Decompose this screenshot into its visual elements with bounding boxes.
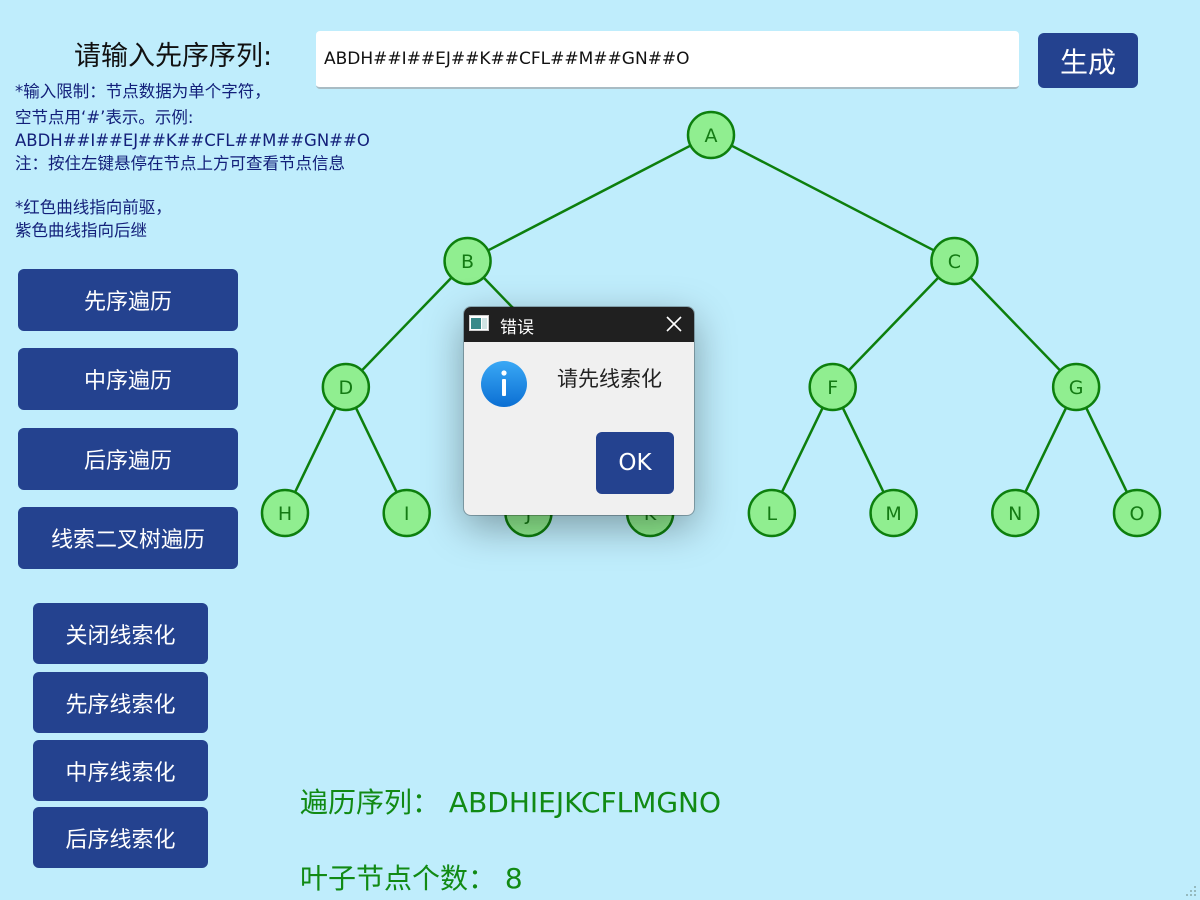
app-window-icon [469, 315, 489, 331]
leaf-count: 叶子节点个数： 8 [300, 857, 523, 897]
tree-node-G[interactable]: G [1051, 362, 1101, 412]
tree-edge-D-H [293, 407, 337, 493]
ok-button[interactable]: OK [596, 432, 674, 494]
leaf-count-value: 8 [504, 862, 523, 895]
tree-edge-C-G [969, 276, 1062, 372]
tree-edge-D-I [354, 407, 398, 493]
traversal-sequence-value: ABDHIEJKCFLMGNO [448, 786, 722, 819]
tree-node-label: D [339, 377, 354, 399]
tree-node-D[interactable]: D [321, 362, 371, 412]
tree-node-F[interactable]: F [808, 362, 857, 412]
leaf-count-label: 叶子节点个数： [300, 862, 497, 895]
traversal-sequence: 遍历序列： ABDHIEJKCFLMGNO [300, 781, 721, 821]
dialog-title: 错误 [500, 318, 534, 338]
tree-node-N[interactable]: N [991, 488, 1040, 538]
resize-grip-icon[interactable] [1185, 885, 1197, 897]
tree-node-B[interactable]: B [443, 236, 492, 286]
tree-node-label: N [1008, 503, 1022, 525]
traversal-sequence-label: 遍历序列： [300, 786, 441, 819]
tree-node-label: C [948, 251, 961, 273]
tree-edge-A-C [730, 144, 935, 252]
tree-edge-F-M [841, 407, 885, 493]
tree-node-M[interactable]: M [869, 488, 918, 538]
dialog-titlebar[interactable]: 错误 [464, 307, 694, 342]
tree-edge-G-N [1024, 407, 1068, 493]
tree-edge-A-B [487, 144, 692, 252]
tree-node-L[interactable]: L [747, 488, 797, 538]
tree-edge-B-D [360, 276, 453, 372]
tree-node-label: L [767, 503, 778, 525]
close-icon[interactable] [654, 307, 694, 342]
error-dialog: 错误 请先线索化 OK [464, 307, 694, 515]
tree-node-label: A [705, 125, 718, 147]
tree-node-label: M [885, 503, 901, 525]
tree-edge-G-O [1085, 407, 1129, 493]
tree-edge-F-L [780, 407, 824, 493]
tree-edge-C-F [847, 276, 940, 372]
dialog-message: 请先线索化 [557, 367, 662, 391]
tree-node-O[interactable]: O [1112, 488, 1162, 538]
tree-node-label: F [827, 377, 838, 399]
tree-node-label: I [404, 503, 410, 525]
tree-node-label: H [278, 503, 292, 525]
tree-node-label: O [1130, 503, 1145, 525]
info-icon [481, 361, 527, 407]
tree-node-label: G [1069, 377, 1084, 399]
tree-node-C[interactable]: C [930, 236, 979, 286]
tree-node-I[interactable]: I [382, 488, 431, 538]
tree-node-label: B [461, 251, 474, 273]
tree-node-A[interactable]: A [686, 110, 736, 160]
tree-node-H[interactable]: H [260, 488, 310, 538]
